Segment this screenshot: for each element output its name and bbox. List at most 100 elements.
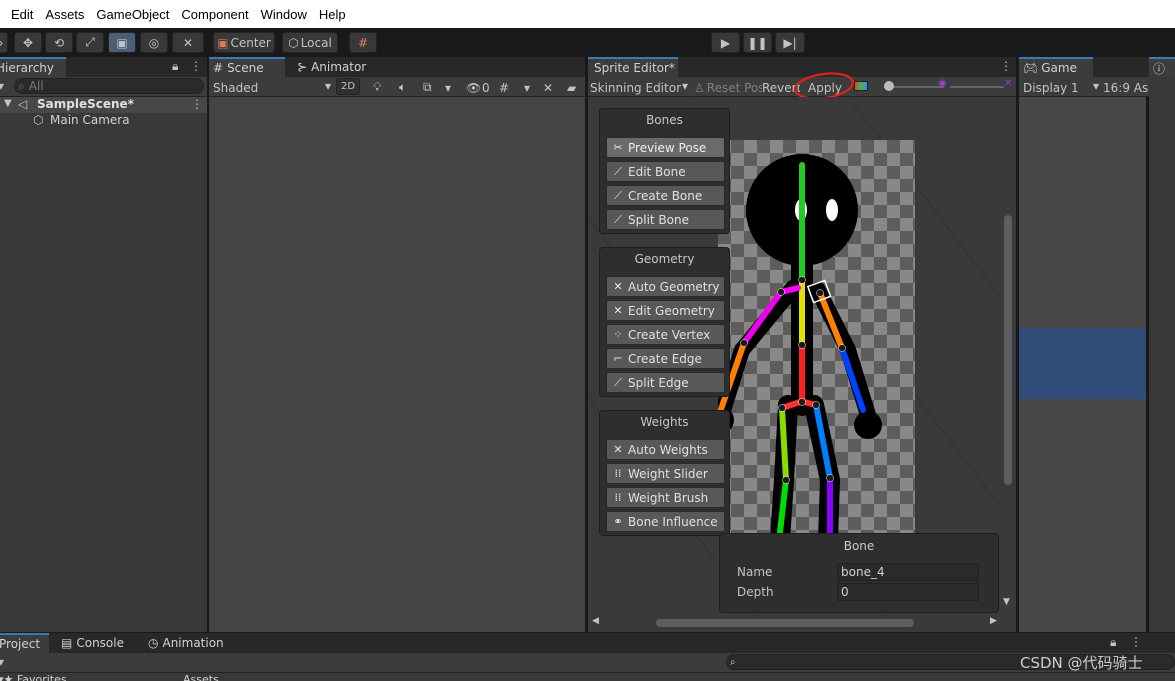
create-edge-button[interactable]: ⌐ Create Edge (606, 348, 725, 369)
horizontal-scroll-thumb[interactable] (656, 619, 914, 627)
auto-geometry-icon: ✕ (613, 280, 623, 293)
step-button[interactable]: ▶| (775, 32, 805, 53)
opacity-slider-handle[interactable] (884, 81, 894, 91)
weight-brush-button[interactable]: ⁞⁞ Weight Brush (606, 487, 725, 508)
scroll-right-icon[interactable]: ▶ (990, 616, 997, 626)
menu-help[interactable]: Help (313, 7, 352, 22)
pivot-local-button[interactable]: ⬡ Local (282, 32, 338, 53)
add-dropdown-icon[interactable]: ▾ (0, 79, 4, 93)
play-icon: ▶ (720, 35, 731, 50)
scale-tool-button[interactable]: ⤢ (76, 32, 104, 53)
preview-pose-button[interactable]: ✂ Preview Pose (606, 137, 725, 158)
sprite-editor-menu-icon[interactable]: ⋮ (1000, 59, 1012, 73)
tab-game[interactable]: 🎮︎ Game (1019, 57, 1093, 77)
more-options-icon[interactable]: ⋮ (190, 59, 202, 73)
game-tab-label: Game (1041, 61, 1077, 75)
auto-geometry-button[interactable]: ✕ Auto Geometry (606, 276, 725, 297)
create-dropdown-icon[interactable]: ▾ (0, 655, 4, 669)
weight-brush-icon: ⁞⁞ (614, 491, 622, 504)
create-bone-label: Create Bone (628, 188, 703, 203)
scene-menu-icon[interactable]: ⋮ (191, 97, 203, 111)
geometry-group-title: Geometry (634, 252, 695, 266)
scene-view[interactable] (209, 97, 585, 632)
menu-gameobject[interactable]: GameObject (90, 7, 175, 22)
pivot-center-button[interactable]: ▣ Center (213, 32, 275, 53)
menu-assets[interactable]: Assets (39, 7, 90, 22)
tools-overlay-icon[interactable]: ✕ (543, 79, 553, 96)
grid-snap-button[interactable]: # (349, 32, 377, 53)
create-bone-button[interactable]: ⟋ Create Bone (606, 185, 725, 206)
sprite-editor-tab-label: Sprite Editor* (594, 61, 675, 75)
display-dropdown[interactable]: Display 1 ▾ (1023, 79, 1099, 96)
menu-window[interactable]: Window (255, 7, 313, 22)
horizontal-scrollbar[interactable]: ◀ ▶ (588, 615, 1016, 632)
scroll-left-icon[interactable]: ◀ (592, 616, 599, 626)
tab-hierarchy[interactable]: Hierarchy (0, 57, 66, 77)
transform-tool-button[interactable]: ◎ (140, 32, 168, 53)
move-tool-button[interactable]: ✥ (14, 32, 42, 53)
edit-geometry-button[interactable]: ✕ Edit Geometry (606, 300, 725, 321)
lighting-icon[interactable]: 💡︎ (373, 79, 381, 96)
2d-toggle-button[interactable]: 2D (336, 78, 360, 95)
split-edge-button[interactable]: ⟋ Split Edge (606, 372, 725, 393)
hierarchy-item-label: Main Camera (50, 113, 130, 127)
favorites-section[interactable]: ▾★ Favorites (0, 673, 67, 681)
hand-tool-button[interactable]: › (0, 32, 8, 53)
rotate-tool-button[interactable]: ⟲ (45, 32, 73, 53)
effects-dropdown-icon[interactable]: ▾ (445, 79, 451, 96)
pause-button[interactable]: ❚❚ (743, 32, 772, 53)
bone-name-field[interactable]: bone_4 (837, 563, 979, 581)
split-edge-label: Split Edge (628, 375, 689, 390)
hierarchy-search-input[interactable]: ⌕ All (14, 78, 204, 94)
tab-project[interactable]: Project (0, 633, 49, 653)
vertical-scroll-thumb[interactable] (1004, 215, 1012, 485)
tab-scene[interactable]: # Scene (209, 57, 285, 77)
custom-tool-button[interactable]: ✕ (172, 32, 204, 53)
menu-edit[interactable]: Edit (0, 7, 39, 22)
editor-mode-dropdown[interactable]: Skinning Editor ▾ (590, 79, 688, 96)
tab-console[interactable]: ▤ Console (57, 633, 137, 653)
aspect-dropdown[interactable]: 16:9 Aspect (1103, 79, 1149, 96)
zoom-icon[interactable]: ✕ (1004, 78, 1012, 89)
assets-breadcrumb[interactable]: Assets (183, 673, 219, 681)
preview-pose-icon: ✂ (613, 141, 623, 154)
vertical-scrollbar[interactable]: ▼ (1000, 97, 1016, 615)
bone-depth-field[interactable]: 0 (837, 583, 979, 601)
auto-geometry-label: Auto Geometry (628, 279, 720, 294)
scene-row[interactable]: ▼ ◁ SampleScene* ⋮ (0, 97, 207, 113)
create-vertex-button[interactable]: ⁘ Create Vertex (606, 324, 725, 345)
bone-influence-button[interactable]: ⚭ Bone Influence (606, 511, 725, 532)
tab-sprite-editor[interactable]: Sprite Editor* (588, 57, 678, 77)
edit-bone-icon: ⟋ (614, 164, 622, 178)
tab-inspector[interactable]: ⓘ (1149, 57, 1175, 77)
reset-pose-button[interactable]: ♙ Reset Pose (694, 79, 762, 96)
tab-animation[interactable]: ◷ Animation (144, 633, 234, 653)
audio-icon[interactable]: 🔈︎ (399, 79, 406, 96)
weight-slider-button[interactable]: ⁞⁞ Weight Slider (606, 463, 725, 484)
color-channel-icon[interactable] (854, 81, 868, 91)
rect-tool-button[interactable]: ▣ (108, 32, 136, 53)
shading-mode-dropdown[interactable]: Shaded ▾ (213, 79, 331, 96)
bottom-menu-icon[interactable]: ⋮ (1130, 635, 1142, 649)
lock-icon[interactable]: 🔒︎ (172, 59, 178, 74)
zoom-slider-track[interactable] (950, 86, 1004, 88)
auto-weights-button[interactable]: ✕ Auto Weights (606, 439, 725, 460)
bottom-lock-icon[interactable]: 🔒︎ (1110, 635, 1116, 650)
camera-icon[interactable]: ▰ (567, 79, 576, 96)
play-button[interactable]: ▶ (711, 32, 740, 53)
grid-dropdown-icon[interactable]: ▾ (524, 79, 530, 96)
tab-animator[interactable]: ⊱ Animator (293, 57, 383, 77)
expand-arrow-icon[interactable]: ▼ (4, 98, 12, 109)
scene-tab-icon: # (213, 61, 224, 75)
grid-icon[interactable]: # (499, 79, 509, 96)
hidden-objects-icon[interactable]: 👁︎ (466, 79, 481, 96)
sprite-canvas[interactable]: Bones ✂ Preview Pose ⟋ Edit Bone ⟋ Create B… (588, 97, 1016, 615)
hierarchy-item[interactable]: ⬡ Main Camera (0, 113, 207, 129)
menu-component[interactable]: Component (175, 7, 254, 22)
edit-bone-button[interactable]: ⟋ Edit Bone (606, 161, 725, 182)
scroll-down-icon[interactable]: ▼ (1003, 597, 1010, 607)
effects-icon[interactable]: ⧉ (423, 79, 432, 96)
mask-icon[interactable]: ◉ (938, 78, 947, 89)
split-bone-button[interactable]: ⟋ Split Bone (606, 209, 725, 230)
pause-icon: ❚❚ (747, 35, 768, 50)
